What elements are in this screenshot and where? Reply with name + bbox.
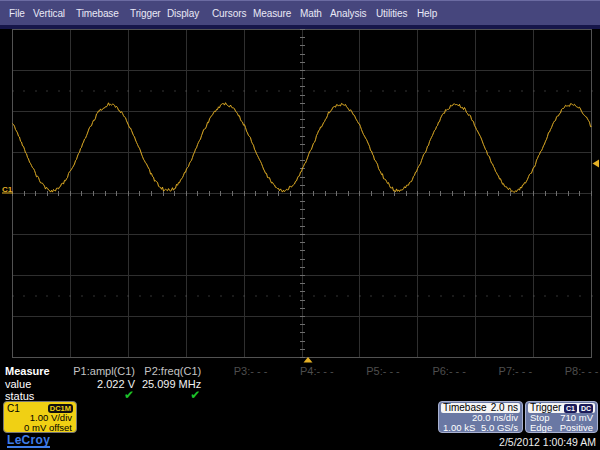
measure-title: Measure (5, 365, 50, 377)
channel-offset: 0 mV offset (7, 423, 73, 433)
measure-col-4[interactable]: P4:- - - (270, 365, 334, 402)
measure-value (402, 378, 466, 390)
measure-label: P2:freq(C1) (137, 365, 201, 378)
datetime: 2/5/2012 1:00:49 AM (396, 436, 596, 448)
trigger-slope: Positive (560, 423, 593, 433)
measure-row-value-label: value (5, 378, 31, 390)
channel-name: C1 (7, 403, 20, 414)
status-ok-icon: ✔ (71, 390, 135, 402)
measure-label: P8:- - - (534, 365, 598, 378)
lecroy-logo: LeCroy (7, 434, 50, 448)
measure-label: P1:ampl(C1) (71, 365, 135, 378)
measure-col-2[interactable]: P2:freq(C1)25.099 MHz✔ (137, 365, 201, 402)
status-ok-icon: ✔ (137, 390, 201, 402)
measure-label: P3:- - - (203, 365, 267, 378)
status-empty (270, 390, 334, 402)
measure-col-6[interactable]: P6:- - - (402, 365, 466, 402)
measure-value (534, 378, 598, 390)
measure-col-7[interactable]: P7:- - - (468, 365, 532, 402)
measure-col-5[interactable]: P5:- - - (336, 365, 400, 402)
c1-zero-marker[interactable]: C1 (2, 185, 13, 194)
trigger-level-marker[interactable] (593, 159, 600, 167)
trigger-descriptor[interactable]: TriggerC1DC Stop710 mV EdgePositive (525, 401, 598, 433)
timebase-descriptor[interactable]: Timebase2.0 ns 20.0 ns/div 1.00 kS5.0 GS… (438, 401, 523, 433)
measure-value (203, 378, 267, 390)
timebase-rate: 5.0 GS/s (481, 423, 518, 433)
timebase-samples: 1.00 kS (443, 423, 475, 433)
scope-display: C1 (0, 0, 600, 400)
measure-value (468, 378, 532, 390)
channel-c1-descriptor[interactable]: C1DC1M 1.00 V/div 0 mV offset (3, 401, 77, 433)
measure-col-1[interactable]: P1:ampl(C1)2.022 V✔ (71, 365, 135, 402)
measure-label: P7:- - - (468, 365, 532, 378)
measure-label: P4:- - - (270, 365, 334, 378)
measure-value (270, 378, 334, 390)
trigger-type: Edge (530, 423, 552, 433)
measure-col-8[interactable]: P8:- - - (534, 365, 598, 402)
status-empty (336, 390, 400, 402)
measure-value (336, 378, 400, 390)
measure-label: P5:- - - (336, 365, 400, 378)
measure-label: P6:- - - (402, 365, 466, 378)
measure-col-3[interactable]: P3:- - - (203, 365, 267, 402)
status-empty (203, 390, 267, 402)
